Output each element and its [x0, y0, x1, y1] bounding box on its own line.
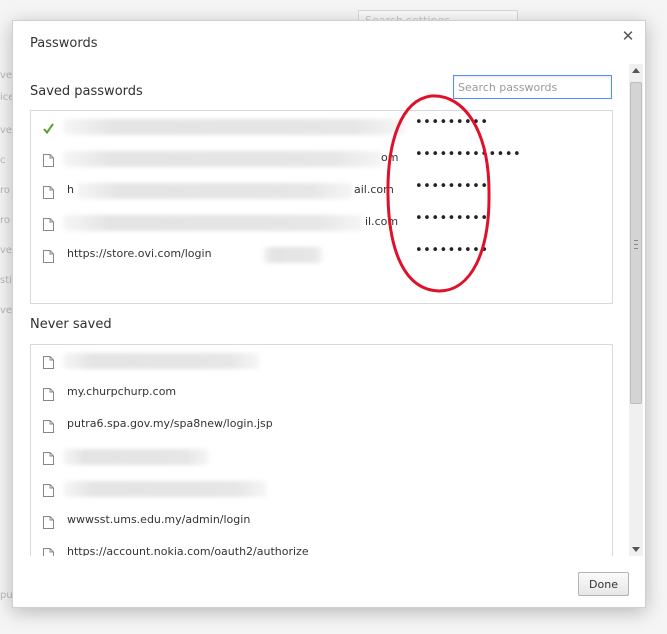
redacted-site	[63, 481, 267, 497]
done-button[interactable]: Done	[578, 572, 629, 596]
background-text-fragment: ro	[0, 215, 11, 226]
background-text-fragment: sti	[0, 275, 12, 286]
never-saved-row[interactable]	[31, 441, 612, 473]
redacted-site	[63, 151, 383, 167]
scroll-up-arrow-icon[interactable]	[632, 68, 640, 73]
dialog-content: Saved passwords ••••••••• om •••••••••••…	[13, 63, 629, 556]
saved-password-row[interactable]: https://store.ovi.com/login •••••••••	[31, 239, 612, 271]
search-passwords-input[interactable]	[453, 75, 612, 99]
never-saved-row[interactable]: my.churpchurp.com	[31, 377, 612, 409]
scroll-down-arrow-icon[interactable]	[632, 547, 640, 552]
saved-password-row[interactable]: •••••••••	[31, 111, 612, 143]
background-text-fragment: pu	[0, 590, 13, 601]
page-icon	[43, 248, 54, 263]
never-saved-site-url: https://account.nokia.com/oauth2/authori…	[67, 545, 309, 556]
grip-icon	[634, 240, 638, 249]
password-mask: •••••••••	[415, 115, 489, 130]
dialog-title: Passwords	[30, 36, 98, 51]
passwords-dialog: Passwords ✕ Saved passwords ••••••••• om…	[12, 20, 646, 608]
never-saved-site-url: putra6.spa.gov.my/spa8new/login.jsp	[67, 417, 273, 430]
page-icon	[43, 216, 54, 231]
page-icon	[43, 386, 54, 401]
saved-username: ail.com	[354, 183, 394, 196]
never-saved-site-url: wwwsst.ums.edu.my/admin/login	[67, 513, 251, 526]
saved-site-url: https://store.ovi.com/login	[67, 247, 212, 260]
page-icon	[43, 152, 54, 167]
page-icon	[43, 184, 54, 199]
never-saved-heading: Never saved	[30, 317, 112, 332]
page-icon	[43, 546, 54, 556]
page-icon	[43, 514, 54, 529]
redacted-site	[63, 353, 259, 369]
saved-site-url: h	[67, 183, 74, 196]
redacted-site	[63, 119, 405, 135]
redacted-site	[63, 449, 209, 465]
page-icon	[43, 418, 54, 433]
page-icon	[43, 354, 54, 369]
password-mask: •••••••••	[415, 243, 489, 258]
redacted-site	[63, 215, 363, 231]
background-text-fragment: c	[0, 155, 6, 166]
never-saved-row[interactable]: wwwsst.ums.edu.my/admin/login	[31, 505, 612, 537]
never-saved-site-url: my.churpchurp.com	[67, 385, 177, 398]
password-mask: •••••••••••••	[415, 147, 522, 162]
background-text-fragment: ve	[0, 70, 13, 81]
saved-password-row[interactable]: om •••••••••••••	[31, 143, 612, 175]
background-text-fragment: ve	[0, 305, 13, 316]
password-mask: •••••••••	[415, 211, 489, 226]
redacted-username	[263, 247, 323, 263]
background-text-fragment: ve	[0, 245, 13, 256]
checkmark-icon	[43, 120, 54, 135]
redacted-site	[77, 183, 353, 199]
never-saved-row[interactable]: https://account.nokia.com/oauth2/authori…	[31, 537, 612, 556]
never-saved-row[interactable]: putra6.spa.gov.my/spa8new/login.jsp	[31, 409, 612, 441]
page-icon	[43, 450, 54, 465]
saved-passwords-list: ••••••••• om ••••••••••••• h ail.com •••…	[30, 110, 613, 304]
saved-username: il.com	[365, 215, 399, 228]
saved-password-row[interactable]: il.com •••••••••	[31, 207, 612, 239]
never-saved-row[interactable]	[31, 473, 612, 505]
never-saved-list: my.churpchurp.com putra6.spa.gov.my/spa8…	[30, 344, 613, 556]
saved-passwords-heading: Saved passwords	[30, 84, 143, 99]
saved-username: om	[381, 151, 399, 164]
dialog-scrollbar[interactable]	[629, 64, 643, 556]
saved-password-row[interactable]: h ail.com •••••••••	[31, 175, 612, 207]
never-saved-row[interactable]	[31, 345, 612, 377]
page-icon	[43, 482, 54, 497]
background-text-fragment: ve	[0, 125, 13, 136]
background-text-fragment: ro	[0, 185, 11, 196]
password-mask: •••••••••	[415, 179, 489, 194]
close-icon[interactable]: ✕	[619, 27, 637, 45]
scrollbar-thumb[interactable]	[630, 82, 642, 404]
